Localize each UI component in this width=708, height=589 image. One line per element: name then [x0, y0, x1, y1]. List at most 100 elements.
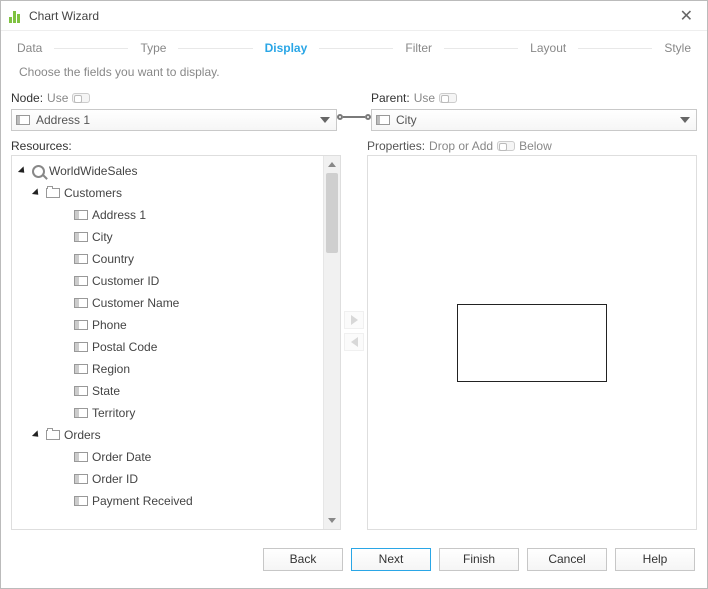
tree-field[interactable]: Customer Name: [12, 292, 323, 314]
field-icon: [74, 386, 88, 396]
tree-item-label: Phone: [92, 318, 127, 332]
field-icon: [74, 320, 88, 330]
scrollbar[interactable]: [323, 156, 340, 529]
parent-use-toggle[interactable]: [439, 93, 457, 103]
tree-field[interactable]: State: [12, 380, 323, 402]
dialog-footer: Back Next Finish Cancel Help: [1, 540, 707, 588]
field-icon: [74, 364, 88, 374]
chevron-icon: [31, 430, 40, 439]
wizard-step-bar: Data Type Display Filter Layout Style: [1, 31, 707, 65]
search-icon: [32, 165, 45, 178]
step-data[interactable]: Data: [15, 41, 44, 55]
tree-field[interactable]: Customer ID: [12, 270, 323, 292]
field-icon: [74, 254, 88, 264]
tree-item-label: Address 1: [92, 208, 146, 222]
main-area: Resources: WorldWideSales Customers Addres…: [1, 131, 707, 540]
step-type[interactable]: Type: [138, 41, 168, 55]
parent-value: City: [396, 113, 417, 127]
tree-item-label: Payment Received: [92, 494, 193, 508]
properties-below-label: Below: [519, 139, 552, 153]
drop-slot[interactable]: [457, 304, 607, 382]
tree-item-label: Customers: [64, 186, 122, 200]
tree-item-label: Orders: [64, 428, 101, 442]
step-layout[interactable]: Layout: [528, 41, 568, 55]
selector-row: Node: Use Address 1 Parent: Use: [1, 91, 707, 131]
scroll-up-icon[interactable]: [324, 156, 340, 173]
resources-label: Resources:: [11, 139, 341, 153]
parent-label: Parent:: [371, 91, 410, 105]
node-field-dropdown[interactable]: Address 1: [11, 109, 337, 131]
resources-tree: WorldWideSales Customers Address 1 City Coun…: [11, 155, 341, 530]
tree-item-label: Territory: [92, 406, 135, 420]
properties-label: Properties:: [367, 139, 425, 153]
node-label: Node:: [11, 91, 43, 105]
tree-field[interactable]: Order ID: [12, 468, 323, 490]
field-icon: [74, 452, 88, 462]
parent-field-dropdown[interactable]: City: [371, 109, 697, 131]
back-button[interactable]: Back: [263, 548, 343, 571]
add-field-button[interactable]: [344, 311, 364, 329]
tree-item-label: Customer ID: [92, 274, 159, 288]
properties-below-toggle[interactable]: [497, 141, 515, 151]
tree-item-label: Order Date: [92, 450, 151, 464]
field-icon: [16, 115, 30, 125]
dialog-title: Chart Wizard: [29, 9, 99, 23]
tree-root[interactable]: WorldWideSales: [12, 160, 323, 182]
tree-item-label: WorldWideSales: [49, 164, 137, 178]
step-separator: [178, 48, 252, 49]
link-connector: [337, 91, 371, 120]
chevron-icon: [17, 166, 26, 175]
tree-item-label: Order ID: [92, 472, 138, 486]
tree-item-label: City: [92, 230, 113, 244]
tree-group[interactable]: Orders: [12, 424, 323, 446]
field-icon: [74, 210, 88, 220]
node-use-toggle[interactable]: [72, 93, 90, 103]
next-button[interactable]: Next: [351, 548, 431, 571]
step-separator: [319, 48, 393, 49]
tree-field[interactable]: City: [12, 226, 323, 248]
properties-drop-label: Drop or Add: [429, 139, 493, 153]
folder-icon: [46, 430, 60, 440]
node-value: Address 1: [36, 113, 90, 127]
step-style[interactable]: Style: [662, 41, 693, 55]
field-icon: [74, 496, 88, 506]
node-use-label: Use: [47, 91, 68, 105]
tree-item-label: State: [92, 384, 120, 398]
field-icon: [376, 115, 390, 125]
tree-field[interactable]: Phone: [12, 314, 323, 336]
tree-item-label: Postal Code: [92, 340, 157, 354]
scroll-thumb[interactable]: [326, 173, 338, 253]
close-icon[interactable]: ✕: [674, 2, 699, 30]
properties-dropzone[interactable]: [367, 155, 697, 530]
tree-item-label: Country: [92, 252, 134, 266]
field-icon: [74, 474, 88, 484]
resources-column: Resources: WorldWideSales Customers Addres…: [11, 131, 341, 530]
cancel-button[interactable]: Cancel: [527, 548, 607, 571]
tree-field[interactable]: Postal Code: [12, 336, 323, 358]
tree-field[interactable]: Territory: [12, 402, 323, 424]
dialog-window: Chart Wizard ✕ Data Type Display Filter …: [0, 0, 708, 589]
step-display[interactable]: Display: [263, 41, 310, 55]
transfer-buttons: [341, 131, 367, 530]
tree-field[interactable]: Payment Received: [12, 490, 323, 512]
step-hint: Choose the fields you want to display.: [1, 65, 707, 91]
tree-item-label: Customer Name: [92, 296, 179, 310]
tree-item-label: Region: [92, 362, 130, 376]
step-separator: [578, 48, 652, 49]
field-icon: [74, 342, 88, 352]
folder-icon: [46, 188, 60, 198]
tree-field[interactable]: Order Date: [12, 446, 323, 468]
field-icon: [74, 408, 88, 418]
step-separator: [54, 48, 128, 49]
step-filter[interactable]: Filter: [403, 41, 434, 55]
tree-field[interactable]: Address 1: [12, 204, 323, 226]
remove-field-button[interactable]: [344, 333, 364, 351]
help-button[interactable]: Help: [615, 548, 695, 571]
tree-field[interactable]: Region: [12, 358, 323, 380]
tree-group[interactable]: Customers: [12, 182, 323, 204]
scroll-down-icon[interactable]: [324, 512, 340, 529]
tree-field[interactable]: Country: [12, 248, 323, 270]
finish-button[interactable]: Finish: [439, 548, 519, 571]
step-separator: [444, 48, 518, 49]
chevron-down-icon: [320, 117, 330, 123]
